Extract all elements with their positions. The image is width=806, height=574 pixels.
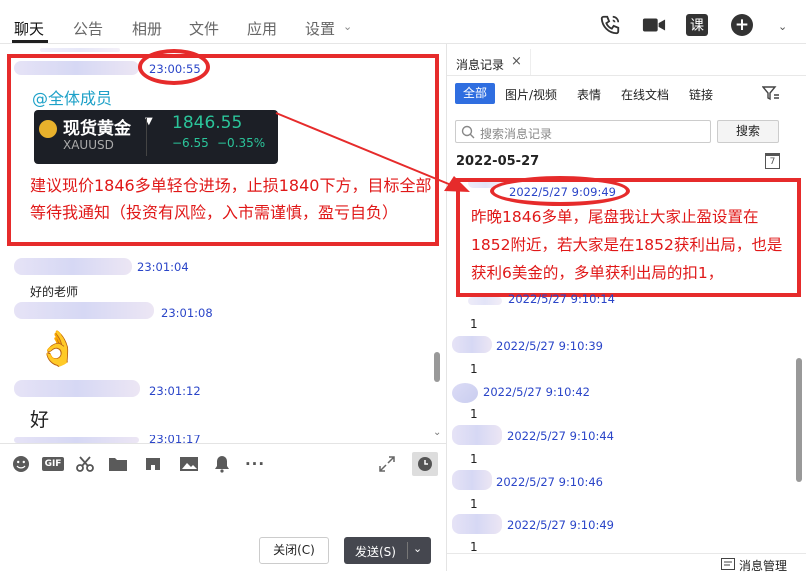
red-arrow <box>275 112 470 192</box>
